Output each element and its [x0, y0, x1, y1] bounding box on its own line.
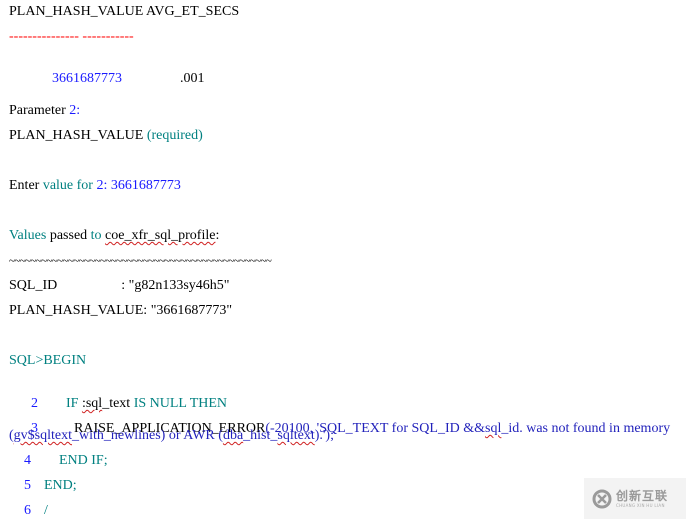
phv-label: PLAN_HASH_VALUE: [9, 303, 148, 318]
tilde-divider: ~~~~~~~~~~~~~~~~~~~~~~~~~~~~~~~~~~~~~~~~… [9, 255, 272, 267]
colon: : [215, 228, 220, 243]
gv-view: gv$sqltext [13, 428, 73, 443]
phv-value: "3661687773" [150, 303, 233, 318]
sql-line-5: 5 END; [9, 477, 77, 495]
parameter-name: PLAN_HASH_VALUE [9, 128, 144, 143]
watermark-en: CHUANG XIN HU LIAN [616, 502, 665, 508]
watermark-cn: 创新互联 [616, 488, 669, 503]
cont-mid: _with_newlines) or AWR ( [72, 428, 223, 443]
values-passed-line: Values passed to coe_xfr_sql_profile: [9, 227, 219, 245]
dba-word: dba [222, 428, 244, 443]
parameter-label: Parameter [9, 103, 66, 118]
phv-line: PLAN_HASH_VALUE: "3661687773" [9, 302, 232, 320]
procedure-name: coe_xfr_sql_profile [105, 228, 216, 243]
sql-word: sql [485, 421, 502, 436]
line-number: 5 [24, 478, 31, 493]
line-number: 4 [24, 453, 31, 468]
cont-end: ).'); [314, 428, 334, 443]
enter-label: Enter [9, 178, 40, 193]
sql-id-label: SQL_ID [9, 278, 58, 293]
parameter-number: 2: [69, 103, 81, 118]
values-label: Values [9, 228, 47, 243]
sql-id-line: SQL_ID : "g82n133sy46h5" [9, 277, 230, 295]
avg-et-secs-cell: .001 [180, 71, 205, 86]
result-row: 3661687773 .001 [9, 52, 205, 88]
result-header: PLAN_HASH_VALUE AVG_ET_SECS [9, 4, 240, 19]
sql-line-3-cont: (gv$sqltext_with_newlines) or AWR (dba_h… [9, 427, 334, 445]
parameter-line: Parameter 2: [9, 102, 80, 120]
parameter-name-line: PLAN_HASH_VALUE (required) [9, 127, 203, 145]
enter-prompt: Enter value for 2: 3661687773 [9, 177, 181, 195]
cx-logo-icon [592, 489, 612, 508]
cont-mid-2: _hist_ [243, 428, 278, 443]
watermark: 创新互联 CHUANG XIN HU LIAN [584, 478, 686, 519]
sql-line-6: 6/ [9, 502, 48, 520]
slash: / [44, 503, 48, 518]
passed-label: passed [49, 228, 88, 243]
value-for-label: value for [42, 178, 93, 193]
sql-line-4: 4 END IF; [9, 452, 108, 470]
entered-value: 2: 3661687773 [96, 178, 181, 193]
end-keyword: END; [44, 478, 77, 493]
to-label: to [90, 228, 102, 243]
required-badge: (required) [146, 128, 203, 143]
raise-args-2: _id. was not found in memory [501, 421, 671, 436]
sql-id-value: : "g82n133sy46h5" [121, 278, 230, 293]
sql-line-1: SQL>BEGIN [9, 353, 87, 368]
sqltext-word: sqltext [277, 428, 315, 443]
end-if: END IF; [59, 453, 108, 468]
line-number: 6 [24, 503, 31, 518]
plan-hash-value-cell: 3661687773 [52, 71, 122, 86]
result-separator: --------------- ----------- [9, 29, 134, 44]
